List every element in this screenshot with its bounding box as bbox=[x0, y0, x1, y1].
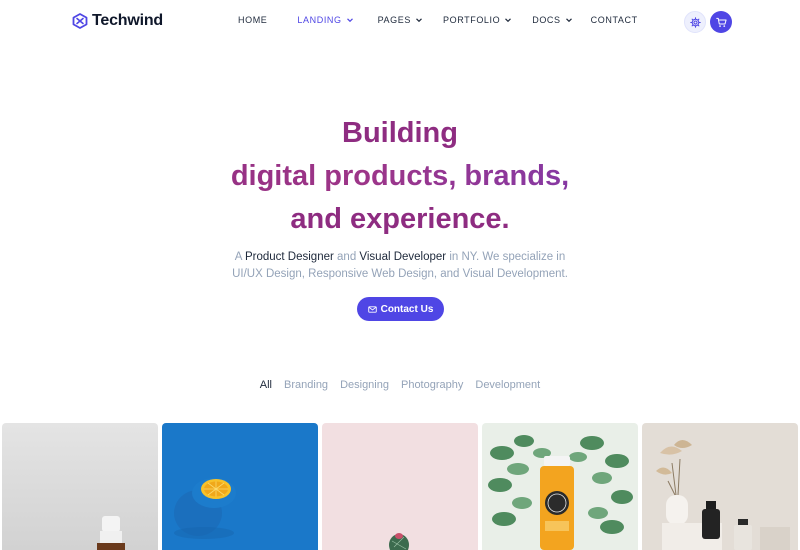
cart-icon bbox=[715, 17, 727, 27]
nav-item-label: Contact bbox=[590, 15, 638, 25]
hero-description-line-1: A Product Designer and Visual Developer … bbox=[0, 249, 800, 266]
nav-item-pages[interactable]: Pages bbox=[378, 15, 423, 25]
nav-item-docs[interactable]: Docs bbox=[532, 15, 572, 25]
nav-item-home[interactable]: Home bbox=[238, 15, 267, 25]
gallery-item-dropper-bottle[interactable] bbox=[2, 423, 158, 550]
hero-description: A Product Designer and Visual Developer … bbox=[0, 249, 800, 283]
juice-bottle-image bbox=[482, 423, 638, 550]
nav-item-label: Home bbox=[238, 15, 268, 25]
main-nav: Home Landing Pages Portfolio Docs Contac… bbox=[238, 15, 638, 25]
hero-title: Building digital products, brands, and e… bbox=[0, 112, 800, 241]
blue-orange-image bbox=[162, 423, 318, 550]
filter-branding[interactable]: Branding bbox=[284, 379, 328, 391]
nav-item-label: Landing bbox=[297, 15, 342, 25]
logo[interactable]: Techwind bbox=[72, 12, 163, 30]
desc-text: in NY. We specialize in bbox=[446, 251, 566, 263]
portfolio-gallery bbox=[2, 423, 800, 550]
logo-text: Techwind bbox=[92, 12, 163, 29]
dried-flowers-image bbox=[642, 423, 798, 550]
cart-button[interactable] bbox=[710, 11, 732, 33]
filter-all[interactable]: All bbox=[260, 379, 272, 391]
chevron-down-icon bbox=[505, 18, 512, 23]
nav-item-portfolio[interactable]: Portfolio bbox=[443, 15, 512, 25]
desc-highlight-role-1: Product Designer bbox=[244, 251, 334, 263]
filter-designing[interactable]: Designing bbox=[340, 379, 389, 391]
filter-photography[interactable]: Photography bbox=[401, 379, 463, 391]
logo-icon bbox=[72, 13, 88, 29]
gallery-item-juice-bottle[interactable] bbox=[482, 423, 638, 550]
nav-item-contact[interactable]: Contact bbox=[591, 15, 638, 25]
top-navbar: Techwind Home Landing Pages Portfolio Do… bbox=[0, 0, 800, 44]
nav-item-label: Pages bbox=[377, 15, 411, 25]
settings-button[interactable] bbox=[684, 11, 706, 33]
hero-title-line-2: digital products, brands, bbox=[0, 155, 800, 198]
chevron-down-icon bbox=[416, 18, 422, 23]
portfolio-filters: All Branding Designing Photography Devel… bbox=[0, 379, 800, 391]
hero-description-line-2: UI/UX Design, Responsive Web Design, and… bbox=[232, 268, 568, 280]
contact-us-button[interactable]: Contact Us bbox=[357, 297, 444, 321]
hero-title-line-1: Building bbox=[342, 117, 458, 149]
cactus-image bbox=[322, 423, 478, 550]
desc-text: A bbox=[234, 251, 245, 263]
nav-item-landing[interactable]: Landing bbox=[297, 15, 353, 25]
gallery-item-cactus[interactable] bbox=[322, 423, 478, 550]
gallery-item-blue-orange[interactable] bbox=[162, 423, 318, 550]
mail-icon bbox=[367, 305, 377, 313]
contact-us-label: Contact Us bbox=[380, 303, 434, 315]
dropper-bottle-image bbox=[2, 423, 158, 550]
gear-icon bbox=[689, 16, 701, 28]
desc-highlight-role-2: Visual Developer bbox=[359, 251, 447, 263]
desc-text: and bbox=[333, 251, 360, 263]
nav-item-label: Docs bbox=[532, 15, 561, 25]
chevron-down-icon bbox=[565, 18, 572, 23]
filter-development[interactable]: Development bbox=[475, 379, 540, 391]
hero-title-line-3: and experience. bbox=[290, 203, 510, 235]
chevron-down-icon bbox=[346, 18, 353, 23]
gallery-item-dried-flowers[interactable] bbox=[642, 423, 798, 550]
nav-item-label: Portfolio bbox=[442, 15, 501, 25]
